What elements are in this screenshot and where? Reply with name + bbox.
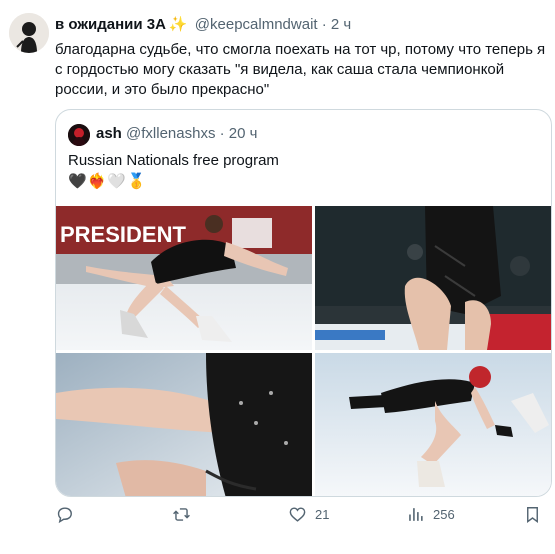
retweet-button[interactable] — [172, 505, 199, 524]
quote-text: Russian Nationals free program — [68, 152, 279, 169]
skater-spiral-photo[interactable]: PRESIDENT — [56, 206, 312, 350]
photo-grid: PRESIDENT — [56, 206, 551, 496]
reply-button[interactable] — [55, 505, 82, 524]
tweet[interactable]: в ожидании 3А ✨ @keepcalmndwait · 2 ч бла… — [0, 0, 555, 554]
author-avatar[interactable] — [9, 13, 49, 53]
skater-dress-detail-photo[interactable] — [56, 353, 312, 496]
tweet-text: благодарна судьбе, что смогла поехать на… — [55, 41, 546, 98]
like-button[interactable]: 21 — [288, 505, 329, 524]
views-icon — [409, 508, 423, 521]
heart-icon — [289, 507, 306, 522]
bookmark-button[interactable] — [523, 505, 542, 524]
like-count: 21 — [315, 507, 330, 522]
views-count: 256 — [433, 507, 455, 522]
reply-icon — [57, 507, 72, 524]
action-bar: 21 256 — [0, 505, 555, 535]
skater-closeup-photo[interactable] — [315, 206, 551, 350]
quote-time[interactable]: · 20 ч — [220, 125, 258, 142]
quote-author-handle[interactable]: @fxllenashxs — [126, 125, 215, 142]
tweet-time[interactable]: · 2 ч — [322, 16, 352, 33]
skater-sitspin-photo[interactable] — [315, 353, 551, 496]
tweet-header: в ожидании 3А ✨ @keepcalmndwait · 2 ч — [55, 16, 351, 34]
quote-header: ash @fxllenashxs · 20 ч — [96, 125, 257, 143]
views-button[interactable]: 256 — [406, 505, 455, 524]
bookmark-icon — [527, 507, 538, 524]
quote-emoji: 🖤❤️‍🔥🤍🥇 — [68, 173, 147, 190]
sparkles-emoji: ✨ — [168, 16, 188, 33]
quote-author-name[interactable]: ash — [96, 125, 122, 142]
quote-author-avatar[interactable] — [68, 124, 90, 146]
author-name[interactable]: в ожидании 3А — [55, 16, 166, 33]
author-handle[interactable]: @keepcalmndwait — [195, 16, 318, 33]
retweet-icon — [173, 508, 190, 521]
quoted-tweet[interactable]: ash @fxllenashxs · 20 ч Russian National… — [55, 109, 552, 497]
photo-banner-text: PRESIDENT — [60, 222, 186, 247]
